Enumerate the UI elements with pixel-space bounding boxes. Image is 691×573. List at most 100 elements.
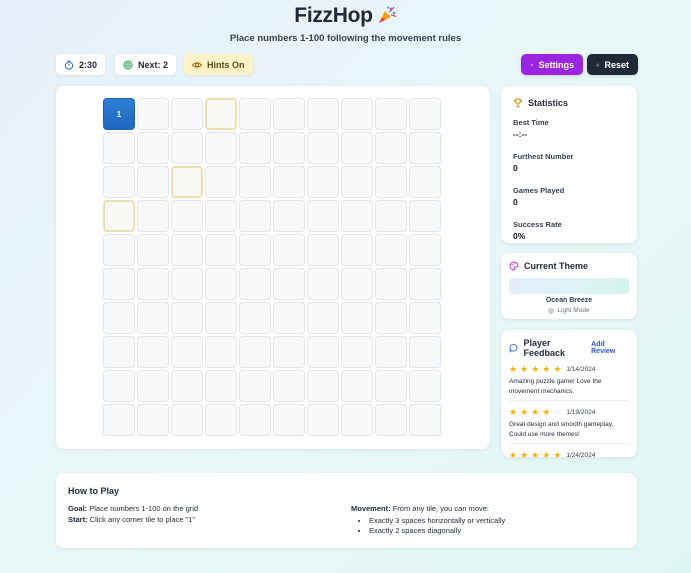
grid-tile[interactable] bbox=[307, 404, 339, 436]
grid-tile[interactable] bbox=[205, 404, 237, 436]
grid-tile[interactable] bbox=[307, 234, 339, 266]
grid-tile[interactable] bbox=[137, 404, 169, 436]
grid-tile[interactable] bbox=[239, 200, 271, 232]
grid-tile[interactable] bbox=[103, 336, 135, 368]
grid-tile[interactable] bbox=[171, 234, 203, 266]
grid-tile[interactable] bbox=[171, 404, 203, 436]
grid-tile[interactable] bbox=[409, 234, 441, 266]
grid-tile[interactable] bbox=[375, 98, 407, 130]
grid-tile[interactable] bbox=[205, 234, 237, 266]
grid-tile[interactable] bbox=[341, 302, 373, 334]
grid-tile[interactable] bbox=[171, 132, 203, 164]
grid-tile[interactable] bbox=[273, 336, 305, 368]
grid-tile[interactable] bbox=[341, 268, 373, 300]
grid-tile[interactable] bbox=[341, 404, 373, 436]
grid-tile[interactable] bbox=[307, 268, 339, 300]
grid-tile[interactable] bbox=[273, 404, 305, 436]
grid-tile[interactable] bbox=[409, 98, 441, 130]
grid-tile[interactable] bbox=[205, 132, 237, 164]
grid-tile[interactable] bbox=[137, 200, 169, 232]
grid-tile[interactable] bbox=[239, 234, 271, 266]
grid-tile[interactable] bbox=[205, 200, 237, 232]
theme-mode[interactable]: Light Mode bbox=[509, 307, 629, 314]
grid-tile[interactable] bbox=[307, 166, 339, 198]
grid-tile[interactable]: 1 bbox=[103, 98, 135, 130]
grid-tile[interactable] bbox=[341, 370, 373, 402]
grid-tile[interactable] bbox=[341, 200, 373, 232]
grid-tile[interactable] bbox=[273, 98, 305, 130]
grid-tile[interactable] bbox=[273, 302, 305, 334]
reset-button[interactable]: Reset bbox=[587, 54, 638, 75]
grid-tile[interactable] bbox=[137, 302, 169, 334]
grid-tile[interactable] bbox=[409, 132, 441, 164]
grid-tile[interactable] bbox=[103, 132, 135, 164]
grid-tile[interactable] bbox=[239, 166, 271, 198]
grid-tile[interactable] bbox=[239, 404, 271, 436]
grid-tile[interactable] bbox=[239, 302, 271, 334]
grid-tile[interactable] bbox=[137, 166, 169, 198]
grid-tile[interactable] bbox=[171, 370, 203, 402]
grid-tile[interactable] bbox=[171, 302, 203, 334]
grid-tile[interactable] bbox=[307, 132, 339, 164]
grid-tile[interactable] bbox=[239, 132, 271, 164]
grid-tile[interactable] bbox=[171, 98, 203, 130]
grid-tile[interactable] bbox=[307, 336, 339, 368]
grid-tile[interactable] bbox=[137, 132, 169, 164]
grid-tile[interactable] bbox=[239, 336, 271, 368]
grid-tile[interactable] bbox=[137, 268, 169, 300]
settings-button[interactable]: Settings bbox=[521, 54, 583, 75]
grid-tile[interactable] bbox=[171, 166, 203, 198]
grid-tile[interactable] bbox=[375, 200, 407, 232]
grid-tile[interactable] bbox=[205, 336, 237, 368]
grid-tile[interactable] bbox=[307, 302, 339, 334]
grid-tile[interactable] bbox=[341, 132, 373, 164]
grid-tile[interactable] bbox=[239, 98, 271, 130]
grid-tile[interactable] bbox=[409, 336, 441, 368]
grid-tile[interactable] bbox=[375, 234, 407, 266]
grid-tile[interactable] bbox=[307, 98, 339, 130]
grid-tile[interactable] bbox=[341, 234, 373, 266]
grid-tile[interactable] bbox=[307, 370, 339, 402]
grid-tile[interactable] bbox=[171, 268, 203, 300]
grid-tile[interactable] bbox=[375, 268, 407, 300]
grid-tile[interactable] bbox=[239, 370, 271, 402]
grid-tile[interactable] bbox=[273, 200, 305, 232]
grid-tile[interactable] bbox=[239, 268, 271, 300]
grid-tile[interactable] bbox=[341, 98, 373, 130]
grid-tile[interactable] bbox=[205, 166, 237, 198]
grid-tile[interactable] bbox=[375, 336, 407, 368]
grid-tile[interactable] bbox=[103, 302, 135, 334]
grid-tile[interactable] bbox=[171, 200, 203, 232]
grid-tile[interactable] bbox=[409, 166, 441, 198]
grid-tile[interactable] bbox=[409, 370, 441, 402]
hints-toggle[interactable]: Hints On bbox=[184, 54, 253, 75]
grid-tile[interactable] bbox=[375, 166, 407, 198]
grid-tile[interactable] bbox=[103, 166, 135, 198]
grid-tile[interactable] bbox=[103, 268, 135, 300]
grid-tile[interactable] bbox=[137, 234, 169, 266]
grid-tile[interactable] bbox=[341, 166, 373, 198]
grid-tile[interactable] bbox=[273, 268, 305, 300]
grid-tile[interactable] bbox=[375, 404, 407, 436]
grid-tile[interactable] bbox=[409, 268, 441, 300]
grid-tile[interactable] bbox=[205, 370, 237, 402]
add-review-link[interactable]: Add Review bbox=[591, 341, 629, 355]
theme-swatch[interactable] bbox=[509, 278, 629, 294]
grid-tile[interactable] bbox=[375, 302, 407, 334]
grid-tile[interactable] bbox=[103, 234, 135, 266]
grid-tile[interactable] bbox=[409, 404, 441, 436]
grid-tile[interactable] bbox=[307, 200, 339, 232]
grid-tile[interactable] bbox=[205, 302, 237, 334]
grid-tile[interactable] bbox=[375, 132, 407, 164]
grid-tile[interactable] bbox=[273, 166, 305, 198]
grid-tile[interactable] bbox=[137, 98, 169, 130]
theme-card[interactable]: Current Theme Ocean Breeze Light Mode bbox=[501, 253, 637, 319]
grid-tile[interactable] bbox=[103, 404, 135, 436]
grid-tile[interactable] bbox=[375, 370, 407, 402]
grid-tile[interactable] bbox=[137, 370, 169, 402]
grid-tile[interactable] bbox=[409, 302, 441, 334]
grid-tile[interactable] bbox=[171, 336, 203, 368]
grid-tile[interactable] bbox=[103, 200, 135, 232]
grid-tile[interactable] bbox=[205, 98, 237, 130]
grid-tile[interactable] bbox=[103, 370, 135, 402]
